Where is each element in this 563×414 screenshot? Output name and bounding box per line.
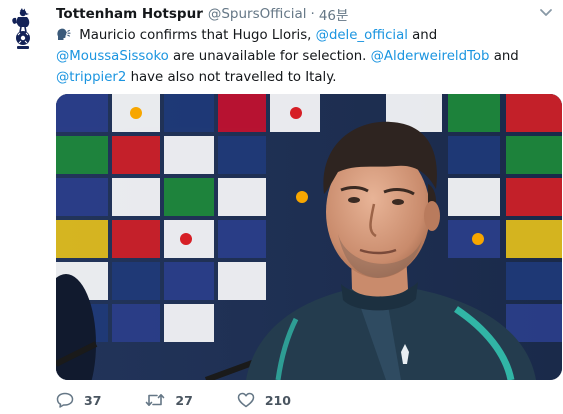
mention-link[interactable]: @MoussaSissoko bbox=[56, 49, 169, 64]
tweet-text-segment: have also not travelled to Italy. bbox=[126, 70, 337, 85]
tweet-header: Tottenham Hotspur @SpursOfficial · 46분 bbox=[56, 4, 533, 24]
tweet-text-segment: and bbox=[407, 28, 438, 43]
tweet-card: Tottenham Hotspur @SpursOfficial · 46분 M… bbox=[0, 0, 563, 414]
like-button[interactable]: 210 bbox=[237, 392, 291, 408]
mention-link[interactable]: @dele_official bbox=[316, 28, 408, 43]
reply-count: 37 bbox=[84, 392, 102, 408]
tweet-text-segment: Mauricio confirms that Hugo Lloris, bbox=[75, 28, 316, 43]
reply-button[interactable]: 37 bbox=[56, 392, 101, 408]
like-count: 210 bbox=[264, 392, 291, 408]
heart-icon bbox=[237, 392, 255, 408]
timestamp[interactable]: 46분 bbox=[319, 4, 349, 24]
tweet-text-segment: are unavailable for selection. bbox=[168, 49, 371, 64]
mention-link[interactable]: @AlderweireldTob bbox=[371, 49, 490, 64]
chevron-down-icon[interactable] bbox=[539, 8, 553, 18]
tweet-actions: 37 27 210 bbox=[56, 392, 335, 408]
separator-dot: · bbox=[310, 6, 315, 22]
user-handle[interactable]: @SpursOfficial bbox=[208, 6, 307, 22]
spurs-logo-avatar[interactable] bbox=[8, 8, 36, 52]
speaking-head-emoji-icon bbox=[57, 28, 71, 40]
tweet-photo[interactable] bbox=[56, 94, 562, 380]
display-name[interactable]: Tottenham Hotspur bbox=[56, 6, 203, 22]
reply-icon bbox=[56, 392, 74, 408]
retweet-icon bbox=[146, 394, 165, 406]
retweet-button[interactable]: 27 bbox=[145, 392, 193, 408]
tweet-text-segment: and bbox=[489, 49, 519, 64]
press-conference-photo bbox=[56, 94, 562, 380]
mention-link[interactable]: @trippier2 bbox=[56, 70, 126, 85]
tweet-text: Mauricio confirms that Hugo Lloris, @del… bbox=[56, 25, 552, 88]
retweet-count: 27 bbox=[175, 392, 193, 408]
